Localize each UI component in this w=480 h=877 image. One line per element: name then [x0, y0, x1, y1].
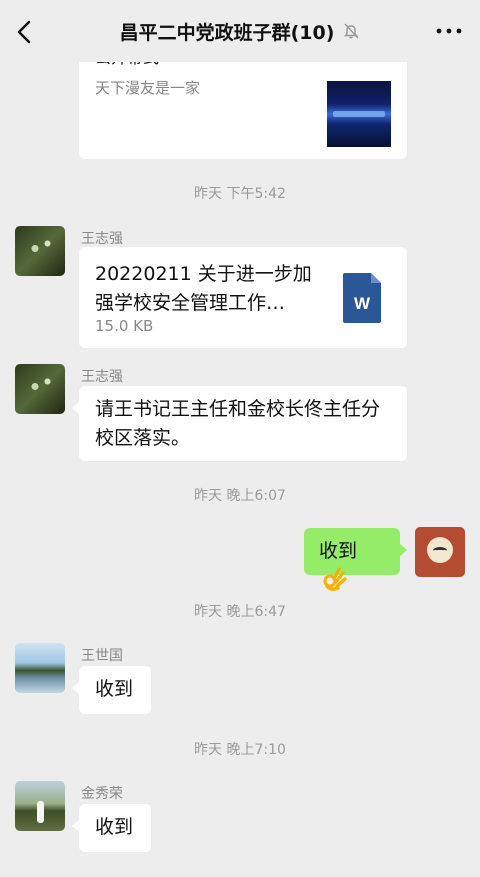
chat-title: 昌平二中党政班子群(10) — [120, 18, 361, 45]
file-message[interactable]: 20220211 关于进一步加强学校安全管理工作… 15.0 KB W — [79, 247, 407, 348]
svg-text:W: W — [354, 294, 371, 313]
message-bubble[interactable]: 收到 — [72, 666, 151, 714]
message-bubble[interactable]: 请王书记王主任和金校长佟主任分校区落实。 — [72, 386, 407, 461]
link-card[interactable]: 公开幕式 天下漫友是一家 — [79, 48, 407, 159]
chat-area[interactable]: 公开幕式 天下漫友是一家 昨天 下午5:42 王志强 20220211 关于进一… — [0, 0, 480, 877]
sender-name: 王志强 — [81, 369, 123, 385]
avatar-self[interactable] — [415, 527, 465, 577]
avatar-wang-shiguo[interactable] — [15, 643, 65, 693]
message-text: 收到 — [95, 816, 134, 838]
timestamp: 昨天 晚上6:07 — [194, 488, 286, 504]
message-text: 收到 — [95, 678, 134, 700]
sender-name: 金秀荣 — [81, 786, 123, 802]
sender-name: 王志强 — [81, 231, 123, 247]
chevron-left-icon[interactable] — [14, 19, 36, 45]
file-name: 20220211 关于进一步加强学校安全管理工作… — [95, 263, 312, 314]
ok-hand-emoji-icon — [323, 567, 347, 591]
message-text: 收到 — [319, 540, 358, 562]
link-card-source: 天下漫友是一家 — [95, 79, 201, 97]
word-file-icon: W — [343, 273, 381, 323]
avatar-wang-zhiqiang[interactable] — [15, 364, 65, 414]
chat-header: 昌平二中党政班子群(10) — [0, 0, 480, 62]
message-text: 请王书记王主任和金校长佟主任分校区落实。 — [95, 398, 381, 449]
avatar-wang-zhiqiang[interactable] — [15, 226, 65, 276]
timestamp: 昨天 下午5:42 — [194, 186, 286, 202]
timestamp: 昨天 晚上6:47 — [194, 604, 286, 620]
timestamp: 昨天 晚上7:10 — [194, 742, 286, 758]
link-card-thumbnail — [327, 81, 391, 147]
bell-off-icon — [344, 23, 359, 39]
self-message-bubble[interactable]: 收到 — [304, 528, 407, 591]
group-name: 昌平二中党政班子群(10) — [119, 21, 335, 44]
sender-name: 王世国 — [81, 648, 123, 664]
more-dots-icon[interactable] — [436, 23, 462, 39]
file-size: 15.0 KB — [95, 317, 154, 335]
avatar-jin-xiurong[interactable] — [15, 781, 65, 831]
message-bubble[interactable]: 收到 — [72, 804, 151, 852]
